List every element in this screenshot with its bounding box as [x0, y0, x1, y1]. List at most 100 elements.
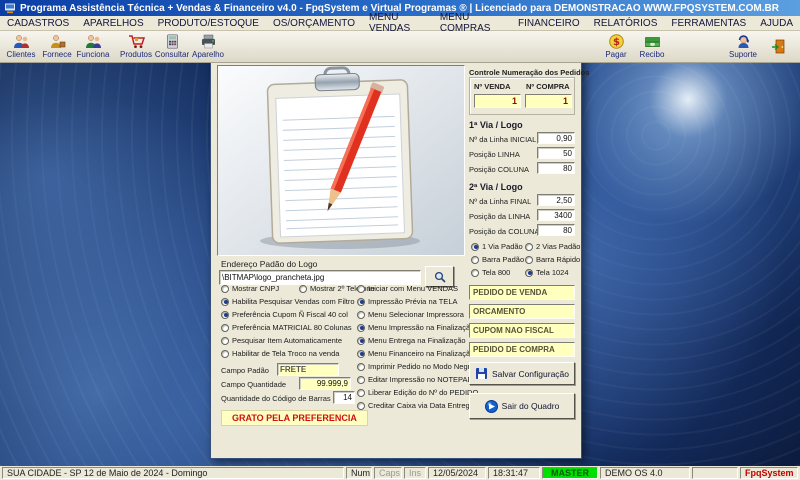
calculator-icon: [166, 34, 178, 49]
logo-path-input[interactable]: [219, 270, 421, 285]
recibo-button[interactable]: Recibo: [634, 32, 670, 62]
radio-icon: [357, 362, 365, 371]
option-label: Impressão Prévia na TELA: [368, 297, 458, 306]
device-printer-icon: [201, 34, 215, 49]
barcode-qty-input[interactable]: [333, 391, 355, 404]
doc-pedido-venda-field[interactable]: PEDIDO DE VENDA: [469, 285, 575, 300]
venda-number-field[interactable]: 1: [474, 94, 521, 108]
radio-icon: [221, 323, 229, 332]
option-label: Preferência Cupom Ñ Fiscal 40 col: [232, 310, 348, 319]
radio-icon: [221, 336, 229, 345]
consultar-button[interactable]: Consultar: [154, 32, 190, 62]
suppliers-icon: [50, 35, 65, 48]
radio-icon: [357, 388, 365, 397]
option-label: Habilita Pesquisar Vendas com Filtro: [232, 297, 355, 306]
fornecedor-label: Fornece: [42, 50, 72, 59]
mode-label: Barra Rápido: [536, 255, 581, 264]
produtos-button[interactable]: Produtos: [118, 32, 154, 62]
save-config-button[interactable]: Salvar Configuração: [469, 362, 575, 385]
mode-tela-1024[interactable]: Tela 1024: [525, 268, 569, 277]
option-menu-entrega-finalizacao[interactable]: Menu Entrega na Finalização: [357, 336, 466, 345]
logo-preview-image: [217, 65, 465, 256]
application-window: Programa Assistência Técnica + Vendas & …: [0, 0, 800, 480]
via2-title: 2ª Via / Logo: [469, 182, 523, 192]
mode-label: Tela 1024: [536, 268, 569, 277]
status-location: SUA CIDADE - SP 12 de Maio de 2024 - Dom…: [2, 467, 344, 479]
magnifier-icon: [434, 271, 446, 283]
mode-barra-rapido[interactable]: Barra Rápido: [525, 255, 580, 264]
option-preferencia-matricial[interactable]: Preferência MATRICIAL 80 Colunas: [221, 323, 352, 332]
doc-pedido-compra-field[interactable]: PEDIDO DE COMPRA: [469, 342, 575, 357]
exit-dialog-button[interactable]: Sair do Quadro: [469, 393, 575, 419]
option-mostrar-cnpj[interactable]: Mostrar CNPJ: [221, 284, 279, 293]
mode-2-vias-padrao[interactable]: 2 Vias Padão: [525, 242, 580, 251]
via2-posicao-coluna-input[interactable]: [537, 224, 575, 236]
save-disk-icon: [475, 368, 487, 379]
aparelho-button[interactable]: Aparelho: [190, 32, 226, 62]
mode-barra-padrao[interactable]: Barra Padão: [471, 255, 524, 264]
option-menu-financeiro-finalizacao[interactable]: Menu Financeiro na Finalização: [357, 349, 474, 358]
option-label: Menu Selecionar Impressora: [368, 310, 464, 319]
option-tela-troco[interactable]: Habilitar de Tela Troco na venda: [221, 349, 339, 358]
mode-label: Barra Padão: [482, 255, 525, 264]
option-impressao-previa[interactable]: Impressão Prévia na TELA: [357, 297, 458, 306]
mode-1-via-padrao[interactable]: 1 Via Padão: [471, 242, 523, 251]
compra-number-field[interactable]: 1: [525, 94, 572, 108]
option-imprimir-negrito[interactable]: Imprimir Pedido no Modo Negrito: [357, 362, 478, 371]
via2-row1-label: Nº da Linha FINAL: [469, 197, 532, 206]
option-menu-impressao-finalizacao[interactable]: Menu Impressão na Finalização: [357, 323, 474, 332]
option-label: Mostrar CNPJ: [232, 284, 280, 293]
via2-linha-final-input[interactable]: [537, 194, 575, 206]
exit-button[interactable]: [761, 32, 797, 62]
option-habilita-pesquisar-vendas[interactable]: Habilita Pesquisar Vendas com Filtro: [221, 297, 355, 306]
via1-linha-inicial-input[interactable]: [537, 132, 575, 144]
funcionario-button[interactable]: Funciona: [75, 32, 111, 62]
radio-icon: [221, 310, 229, 319]
via1-posicao-linha-input[interactable]: [537, 147, 575, 159]
menu-ajuda[interactable]: AJUDA: [753, 18, 800, 29]
funcionario-label: Funciona: [76, 50, 110, 59]
option-label: Menu Impressão na Finalização: [368, 323, 475, 332]
menu-relatorios[interactable]: RELATÓRIOS: [587, 18, 665, 29]
via1-row2-label: Posição LINHA: [469, 150, 520, 159]
via2-posicao-coluna-label: Posição da COLUNA: [469, 227, 540, 236]
option-menu-selecionar-impressora[interactable]: Menu Selecionar Impressora: [357, 310, 464, 319]
campo-quantidade-input[interactable]: [299, 377, 351, 390]
fornecedor-button[interactable]: Fornece: [39, 32, 75, 62]
radio-icon: [221, 297, 229, 306]
radio-icon: [357, 375, 365, 384]
mode-tela-800[interactable]: Tela 800: [471, 268, 510, 277]
via2-posicao-linha-input[interactable]: [537, 209, 575, 221]
option-iniciar-menu-vendas[interactable]: Iniciar com Menu VENDAS: [357, 284, 458, 293]
doc-orcamento-field[interactable]: ORCAMENTO: [469, 304, 575, 319]
doc-cupom-field[interactable]: CUPOM NAO FISCAL: [469, 323, 575, 338]
menu-cadastros[interactable]: CADASTROS: [0, 18, 76, 29]
option-liberar-edicao-pedido[interactable]: Liberar Edição do Nº do PEDIDO: [357, 388, 478, 397]
mode-label: 2 Vias Padão: [536, 242, 581, 251]
menu-aparelhos[interactable]: APARELHOS: [76, 18, 150, 29]
receipt-money-icon: [644, 37, 660, 47]
menu-os-orcamento[interactable]: OS/ORÇAMENTO: [266, 18, 362, 29]
venda-label: Nº VENDA: [474, 82, 511, 91]
option-editar-notepad[interactable]: Editar Impressão no NOTEPAD: [357, 375, 473, 384]
campo-quantidade-label: Campo Quantidade: [221, 380, 287, 389]
option-pesquisar-item-auto[interactable]: Pesquisar Item Automaticamente: [221, 336, 342, 345]
menu-financeiro[interactable]: FINANCEIRO: [511, 18, 587, 29]
option-label: Editar Impressão no NOTEPAD: [368, 375, 473, 384]
pagar-button[interactable]: $ Pagar: [598, 32, 634, 62]
menu-produto-estoque[interactable]: PRODUTO/ESTOQUE: [151, 18, 266, 29]
menu-ferramentas[interactable]: FERRAMENTAS: [664, 18, 753, 29]
radio-icon: [221, 349, 229, 358]
option-creditar-caixa[interactable]: Creditar Caixa via Data Entrega: [357, 401, 474, 410]
option-label: Preferência MATRICIAL 80 Colunas: [232, 323, 352, 332]
via1-posicao-coluna-input[interactable]: [537, 162, 575, 174]
option-preferencia-cupom[interactable]: Preferência Cupom Ñ Fiscal 40 col: [221, 310, 348, 319]
status-time: 18:31:47: [488, 467, 540, 479]
suporte-button[interactable]: Suporte: [725, 32, 761, 62]
option-label: Habilitar de Tela Troco na venda: [232, 349, 340, 358]
clientes-button[interactable]: Clientes: [3, 32, 39, 62]
radio-icon: [357, 297, 365, 306]
campo-padrao-input[interactable]: [277, 363, 339, 376]
radio-icon: [357, 349, 365, 358]
radio-icon: [471, 242, 479, 251]
